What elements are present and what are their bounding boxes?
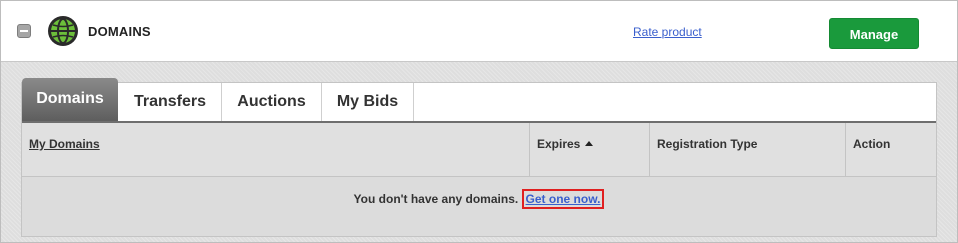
globe-icon: [48, 16, 78, 46]
sort-ascending-icon: [585, 141, 594, 146]
panel-header: DOMAINS Rate product Manage: [1, 1, 957, 62]
tab-auctions[interactable]: Auctions: [222, 83, 322, 121]
table-header: My Domains Expires Registration Type Act…: [22, 123, 936, 177]
domains-widget: Domains Transfers Auctions My Bids My Do…: [21, 78, 937, 237]
rate-product-link[interactable]: Rate product: [633, 25, 702, 39]
empty-message-row: You don't have any domains. Get one now.: [22, 177, 936, 222]
column-action: Action: [853, 137, 891, 151]
empty-message: You don't have any domains.: [353, 192, 519, 206]
tab-bar: Domains Transfers Auctions My Bids: [22, 78, 936, 123]
column-registration-type: Registration Type: [650, 123, 846, 176]
tab-domains[interactable]: Domains: [22, 78, 118, 121]
product-title: DOMAINS: [88, 24, 151, 39]
tab-transfers[interactable]: Transfers: [119, 83, 222, 121]
tab-my-bids[interactable]: My Bids: [322, 83, 414, 121]
manage-button[interactable]: Manage: [829, 18, 919, 49]
column-expires[interactable]: Expires: [530, 123, 650, 176]
column-expires-label: Expires: [537, 137, 581, 151]
domains-panel: DOMAINS Rate product Manage Domains Tran…: [0, 0, 958, 243]
column-my-domains[interactable]: My Domains: [22, 123, 530, 176]
panel-body: Domains Transfers Auctions My Bids My Do…: [1, 62, 957, 242]
minus-square-icon[interactable]: [17, 24, 31, 38]
get-one-now-link[interactable]: Get one now.: [521, 189, 605, 209]
